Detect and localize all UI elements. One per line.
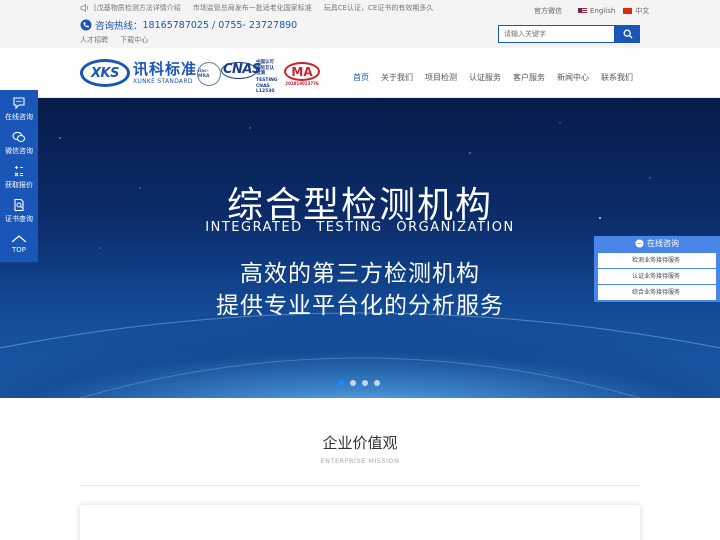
careers-link[interactable]: 人才招聘 — [80, 36, 108, 44]
lang-english-label: English — [590, 7, 616, 15]
cma-number: 201819013776 — [285, 81, 319, 86]
back-to-top-button[interactable]: TOP — [0, 234, 38, 254]
phone-icon — [80, 19, 92, 31]
cnas-side-text: 中国认可 国际互认 检测 — [256, 60, 274, 77]
top-bar: [戊基物质检测方法详情介绍 市场监管总局发布一批适老化国家标准 玩具CE认证，C… — [0, 0, 720, 48]
us-flag-icon — [578, 8, 587, 14]
news-link[interactable]: 市场监管总局发布一批适老化国家标准 — [193, 3, 312, 13]
logo-text: 讯科标准 XUNKE STANDARD — [133, 59, 198, 86]
main-nav: 首页 关于我们 项目检测 认证服务 客户服务 新闻中心 联系我们 — [353, 72, 645, 83]
floating-sidebar: 在线咨询 微信咨询 获取报价 证书查询 TOP — [0, 90, 38, 262]
calculator-icon — [14, 166, 23, 177]
cnas-side-line: 检测 — [256, 71, 265, 76]
sidebar-item-label: 证书查询 — [5, 215, 33, 223]
nav-certification[interactable]: 认证服务 — [469, 72, 501, 83]
utility-links: 官方微信 English 中文 — [534, 6, 657, 16]
downloads-link[interactable]: 下载中心 — [120, 36, 148, 44]
nav-testing[interactable]: 项目检测 — [425, 72, 457, 83]
chat-icon — [635, 239, 644, 248]
chat-widget-header[interactable]: 在线咨询 — [594, 238, 720, 249]
document-search-icon — [14, 198, 24, 212]
cnas-bottom-line: CNAS L12530 — [256, 83, 275, 95]
slide-dot[interactable] — [338, 380, 344, 386]
lang-chinese-label: 中文 — [635, 7, 650, 15]
sidebar-wechat[interactable]: 微信咨询 — [0, 130, 38, 156]
search-icon — [623, 29, 632, 39]
logo-mark: XKS — [80, 59, 130, 87]
cnas-bottom-text: TESTING CNAS L12530 — [256, 78, 281, 95]
chat-bubble-icon — [13, 97, 25, 110]
chat-option-general[interactable]: 综合业务接待服务 — [598, 285, 716, 300]
logo-name-en: XUNKE STANDARD — [133, 77, 193, 85]
chat-widget-title: 在线咨询 — [647, 239, 679, 248]
cma-mark: MA — [284, 62, 320, 81]
main-header: XKS 讯科标准 XUNKE STANDARD ilac-MRA CNAS 中国… — [0, 48, 720, 98]
banner-subtitle: INTEGRATED TESTING ORGANIZATION — [205, 220, 515, 235]
site-logo[interactable]: XKS 讯科标准 XUNKE STANDARD — [80, 58, 197, 88]
lang-english[interactable]: English — [578, 7, 615, 15]
slide-indicators — [338, 380, 386, 386]
cnas-badge: CNAS 中国认可 国际互认 检测 TESTING CNAS L12530 — [221, 60, 281, 94]
logo-name-cn: 讯科标准 — [133, 59, 198, 78]
section-divider — [80, 485, 640, 486]
hotline-label: 咨询热线： — [95, 21, 143, 32]
sidebar-item-label: 在线咨询 — [5, 113, 33, 121]
cma-badge: MA 201819013776 — [284, 62, 320, 86]
search-button[interactable] — [615, 25, 640, 43]
wechat-icon — [12, 131, 26, 143]
news-link[interactable]: 玩具CE认证，CE证书的有效期多久 — [324, 3, 434, 13]
nav-home[interactable]: 首页 — [353, 72, 369, 83]
back-to-top-label: TOP — [11, 246, 26, 254]
news-ticker: [戊基物质检测方法详情介绍 市场监管总局发布一批适老化国家标准 玩具CE认证，C… — [80, 3, 445, 13]
hotline: 咨询热线： 18165787025 / 0755- 23727890 — [80, 18, 297, 32]
sidebar-item-label: 获取报价 — [5, 181, 33, 189]
slide-dot[interactable] — [374, 380, 380, 386]
search-input[interactable] — [498, 25, 615, 43]
speaker-icon — [80, 3, 88, 13]
cnas-bottom-line: TESTING — [256, 78, 278, 83]
sidebar-online-consult[interactable]: 在线咨询 — [0, 96, 38, 122]
sub-links: 人才招聘 下载中心 — [80, 35, 158, 45]
nav-contact[interactable]: 联系我们 — [601, 72, 633, 83]
news-link[interactable]: [戊基物质检测方法详情介绍 — [94, 3, 181, 13]
cn-flag-icon — [623, 8, 633, 14]
ilac-mra-badge: ilac-MRA — [197, 62, 221, 86]
sidebar-get-quote[interactable]: 获取报价 — [0, 164, 38, 190]
hotline-numbers[interactable]: 18165787025 / 0755- 23727890 — [143, 20, 298, 31]
chevron-up-icon — [11, 235, 27, 243]
nav-customer-service[interactable]: 客户服务 — [513, 72, 545, 83]
nav-news[interactable]: 新闻中心 — [557, 72, 589, 83]
slide-dot[interactable] — [350, 380, 356, 386]
sidebar-item-label: 微信咨询 — [5, 147, 33, 155]
nav-about[interactable]: 关于我们 — [381, 72, 413, 83]
sidebar-certificate-query[interactable]: 证书查询 — [0, 198, 38, 224]
online-consult-widget: 在线咨询 检测业务接待服务 认证业务接待服务 综合业务接待服务 — [594, 236, 720, 302]
section-subtitle: ENTERPRISE MISSION — [320, 457, 400, 465]
mission-card — [80, 505, 640, 540]
cnas-side-line: 中国认可 — [256, 60, 274, 65]
chat-option-certification[interactable]: 认证业务接待服务 — [598, 269, 716, 284]
slide-dot[interactable] — [362, 380, 368, 386]
section-title: 企业价值观 — [322, 434, 398, 452]
official-wechat-link[interactable]: 官方微信 — [534, 6, 562, 16]
chat-option-testing[interactable]: 检测业务接待服务 — [598, 253, 716, 268]
lang-chinese[interactable]: 中文 — [623, 6, 649, 16]
